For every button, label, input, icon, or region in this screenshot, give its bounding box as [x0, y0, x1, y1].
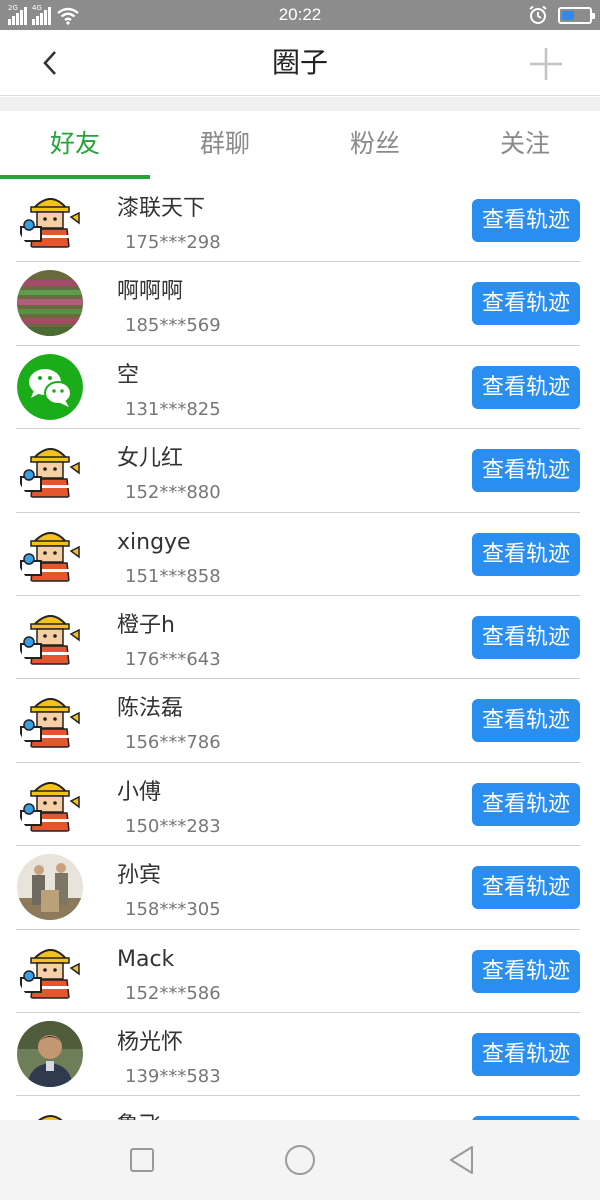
view-track-button[interactable]: 查看轨迹 [472, 866, 580, 910]
contact-name: 鲁飞 [117, 1112, 161, 1120]
list-item[interactable]: Mack 152***586 查看轨迹 [0, 930, 600, 1014]
list-item[interactable]: 空 131***825 查看轨迹 [0, 346, 600, 430]
avatar[interactable] [17, 603, 83, 670]
list-item[interactable]: 啊啊啊 185***569 查看轨迹 [0, 262, 600, 347]
square-icon[interactable] [126, 1144, 158, 1176]
view-track-button[interactable]: 查看轨迹 [472, 699, 580, 743]
contact-phone: 152***586 [125, 982, 221, 1004]
contact-name: 陈法磊 [117, 696, 184, 722]
chevron-left-icon [43, 51, 56, 75]
avatar[interactable] [17, 520, 83, 587]
tab-following[interactable]: 关注 [450, 111, 600, 179]
avatar[interactable] [17, 353, 83, 420]
contact-phone: 156***786 [125, 732, 221, 754]
contact-name: 女儿红 [117, 446, 184, 472]
list-item[interactable]: 杨光怀 139***583 查看轨迹 [0, 1013, 600, 1097]
status-bar: 2G 4G 20:22 [0, 0, 600, 30]
contact-phone: 139***583 [125, 1065, 221, 1087]
section-divider [0, 97, 600, 111]
contact-name: 空 [117, 362, 140, 388]
avatar[interactable] [17, 687, 83, 754]
battery-icon [558, 6, 595, 24]
view-track-button[interactable]: 查看轨迹 [472, 282, 580, 326]
view-track-button[interactable]: 查看轨迹 [472, 199, 580, 242]
contact-phone: 131***825 [125, 398, 221, 420]
circle-icon[interactable] [284, 1144, 316, 1176]
contact-name: 橙子h [117, 612, 175, 638]
contact-phone: 185***569 [125, 315, 221, 337]
view-track-button[interactable]: 查看轨迹 [472, 949, 580, 993]
contact-list[interactable]: 漆联天下 175***298 查看轨迹 啊啊啊 185***569 查看轨迹空 131***… [0, 179, 600, 1120]
list-item[interactable]: 孙宾 158***305 查看轨迹 [0, 846, 600, 930]
avatar[interactable] [17, 1020, 83, 1087]
list-item[interactable]: 漆联天下 175***298 查看轨迹 [0, 179, 600, 263]
add-button[interactable] [528, 46, 564, 82]
status-time: 20:22 [278, 5, 322, 24]
contact-phone: 150***283 [125, 815, 221, 837]
list-item[interactable]: 鲁飞查看轨迹 [0, 1096, 600, 1120]
avatar[interactable] [17, 937, 83, 1004]
contact-phone: 152***880 [125, 482, 221, 504]
battery-level [562, 10, 574, 20]
view-track-button[interactable]: 查看轨迹 [472, 365, 580, 409]
contact-name: 啊啊啊 [117, 279, 184, 305]
avatar[interactable] [17, 770, 83, 837]
contact-name: 杨光怀 [117, 1029, 184, 1055]
app-header: 圈子 [0, 30, 600, 96]
tab-group-chat[interactable]: 群聊 [150, 111, 300, 179]
contact-name: 漆联天下 [117, 196, 206, 221]
alarm-icon [529, 5, 547, 24]
list-item[interactable]: 陈法磊 156***786 查看轨迹 [0, 679, 600, 764]
contact-name: 孙宾 [117, 863, 162, 889]
avatar[interactable] [17, 1104, 83, 1120]
tab-friends[interactable]: 好友 [0, 111, 150, 179]
tab-fans[interactable]: 粉丝 [300, 111, 450, 179]
list-item[interactable]: 女儿红 152***880 查看轨迹 [0, 429, 600, 513]
contact-phone: 176***643 [125, 648, 221, 670]
contact-phone: 175***298 [125, 232, 221, 253]
view-track-button[interactable]: 查看轨迹 [472, 449, 580, 493]
page-title: 圈子 [271, 46, 328, 79]
avatar[interactable] [17, 437, 83, 504]
avatar[interactable] [17, 854, 83, 921]
plus-icon [530, 48, 562, 80]
triangle-back-icon[interactable] [446, 1144, 478, 1176]
view-track-button[interactable]: 查看轨迹 [472, 782, 580, 826]
view-track-button[interactable]: 查看轨迹 [472, 532, 580, 576]
contact-name: Mack [117, 946, 175, 972]
contact-phone: 151***858 [125, 565, 221, 587]
view-track-button[interactable]: 查看轨迹 [472, 615, 580, 659]
avatar[interactable] [17, 270, 83, 337]
system-nav-bar [0, 1120, 600, 1200]
contact-name: xingye [117, 529, 191, 555]
view-track-button[interactable]: 查看轨迹 [472, 1032, 580, 1076]
back-button[interactable] [30, 43, 70, 83]
list-item[interactable]: 小傅 150***283 查看轨迹 [0, 763, 600, 847]
list-item[interactable]: xingye 151***858 查看轨迹 [0, 513, 600, 597]
contact-phone: 158***305 [125, 899, 221, 921]
avatar[interactable] [17, 187, 83, 253]
list-item[interactable]: 橙子h 176***643 查看轨迹 [0, 596, 600, 680]
tab-bar: 好友 群聊 粉丝 关注 [0, 111, 600, 179]
contact-name: 小傅 [117, 779, 162, 805]
